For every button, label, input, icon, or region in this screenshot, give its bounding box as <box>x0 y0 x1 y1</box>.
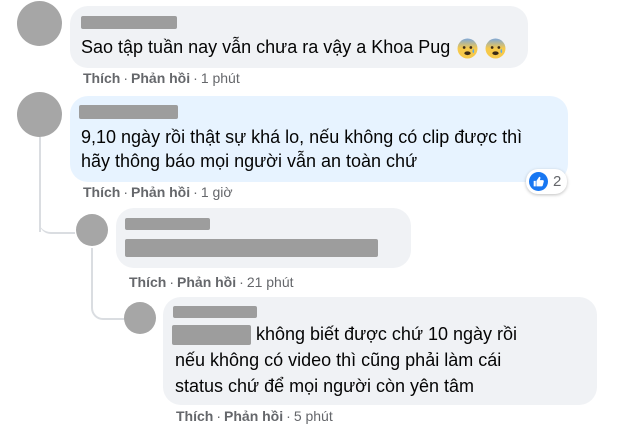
comment-text-line: nếu không có video thì cũng phải làm cái <box>175 350 502 370</box>
like-action[interactable]: Thích <box>83 70 120 86</box>
thread-connector <box>39 200 75 234</box>
comment-text: Sao tập tuần nay vẫn chưa ra vậy a Khoa … <box>81 34 506 61</box>
comment-bubble: không biết được chứ 10 ngày rồi nếu khôn… <box>163 297 597 405</box>
comment-text-line: 9,10 ngày rồi thật sự khá lo, nếu không … <box>81 127 523 147</box>
comment-actions: Thích · Phản hồi · 5 phút <box>176 408 333 424</box>
like-action[interactable]: Thích <box>129 274 166 290</box>
like-icon <box>529 172 548 191</box>
redacted-author-name <box>79 105 178 119</box>
avatar[interactable] <box>17 1 62 46</box>
comment-text-content: Sao tập tuần nay vẫn chưa ra vậy a Khoa … <box>81 37 451 57</box>
anxious-face-icon <box>457 38 478 59</box>
anxious-face-icon <box>485 38 506 59</box>
reply-action[interactable]: Phản hồi <box>131 70 190 86</box>
comment-actions: Thích · Phản hồi · 1 phút <box>83 70 240 86</box>
redacted-author-name <box>125 218 210 230</box>
comment-bubble: Sao tập tuần nay vẫn chưa ra vậy a Khoa … <box>70 6 528 68</box>
comment-bubble: 9,10 ngày rồi thật sự khá lo, nếu không … <box>70 96 568 182</box>
avatar[interactable] <box>17 92 62 137</box>
comment-time[interactable]: 1 phút <box>201 70 240 86</box>
comment-bubble <box>116 208 411 268</box>
like-action[interactable]: Thích <box>176 408 213 424</box>
like-action[interactable]: Thích <box>83 184 120 200</box>
reply-action[interactable]: Phản hồi <box>131 184 190 200</box>
comment-text-line: hãy thông báo mọi người vẫn an toàn chứ <box>81 151 418 171</box>
reply-action[interactable]: Phản hồi <box>224 408 283 424</box>
comment-time[interactable]: 5 phút <box>294 408 333 424</box>
comment-text-line: không biết được chứ 10 ngày rồi <box>256 324 518 344</box>
avatar[interactable] <box>76 214 108 246</box>
thread-connector <box>91 270 127 320</box>
comment-actions: Thích · Phản hồi · 1 giờ <box>83 184 233 200</box>
avatar[interactable] <box>124 302 156 334</box>
comment-actions: Thích · Phản hồi · 21 phút <box>129 274 294 290</box>
redacted-author-name <box>173 306 257 318</box>
reaction-count: 2 <box>553 173 562 190</box>
comment-time[interactable]: 1 giờ <box>201 184 233 200</box>
reply-action[interactable]: Phản hồi <box>177 274 236 290</box>
reaction-badge[interactable]: 2 <box>526 169 568 194</box>
redacted-comment-text <box>125 239 378 257</box>
redacted-mention <box>172 325 251 345</box>
comment-time[interactable]: 21 phút <box>247 274 294 290</box>
redacted-author-name <box>81 16 177 29</box>
comment-text-line: status chứ để mọi người còn yên tâm <box>175 376 475 396</box>
